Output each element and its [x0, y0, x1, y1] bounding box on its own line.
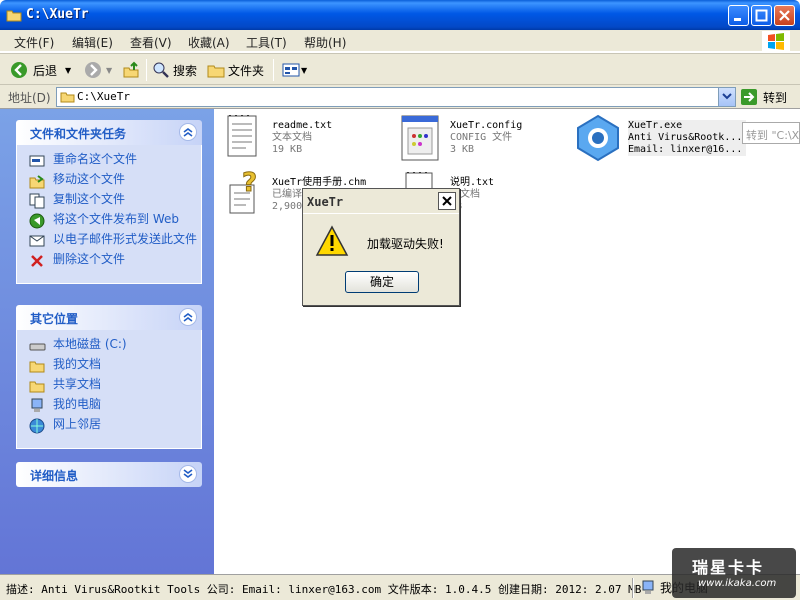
file-tasks-header[interactable]: 文件和文件夹任务 [16, 120, 202, 145]
ok-button[interactable]: 确定 [345, 271, 419, 293]
help-file-icon: ? [229, 171, 258, 214]
status-text: 描述: Anti Virus&Rootkit Tools 公司: Email: … [6, 583, 642, 596]
documents-folder-icon [29, 361, 45, 373]
config-file-icon [401, 115, 439, 161]
go-button[interactable]: 转到 [740, 87, 796, 107]
details-header[interactable]: 详细信息 [16, 462, 202, 487]
computer-icon [642, 580, 654, 594]
address-dropdown-button[interactable] [718, 88, 735, 106]
address-bar: 地址(D) C:\XueTr 转到 [0, 85, 800, 109]
maximize-button[interactable] [751, 5, 772, 26]
task-move[interactable]: 移动这个文件 [29, 173, 201, 189]
views-icon [282, 63, 300, 77]
collapse-icon[interactable] [179, 123, 197, 141]
place-shared-documents[interactable]: 共享文档 [29, 378, 201, 394]
place-network[interactable]: 网上邻居 [29, 418, 201, 434]
maximize-icon [755, 9, 768, 22]
go-arrow-icon [741, 89, 757, 105]
forward-arrow-icon [85, 62, 101, 78]
file-tasks-title: 文件和文件夹任务 [30, 127, 127, 141]
copy-icon [29, 193, 45, 209]
close-button[interactable] [774, 5, 795, 26]
back-dropdown-icon[interactable]: ▼ [65, 66, 71, 75]
address-label: 地址(D) [8, 91, 51, 105]
menu-bar: 文件(F) 编辑(E) 查看(V) 收藏(A) 工具(T) 帮助(H) [0, 30, 800, 52]
views-dropdown-icon: ▼ [301, 65, 308, 75]
text-file-icon [227, 115, 257, 157]
task-email[interactable]: 以电子邮件形式发送此文件 [29, 233, 201, 249]
email-icon [29, 235, 45, 247]
place-my-documents[interactable]: 我的文档 [29, 358, 201, 374]
delete-icon [31, 255, 43, 267]
menu-file[interactable]: 文件(F) [14, 34, 54, 51]
other-places-title: 其它位置 [30, 312, 79, 326]
move-icon [29, 175, 45, 189]
folders-button[interactable]: 文件夹 [207, 59, 264, 81]
forward-dropdown-icon[interactable]: ▼ [106, 66, 112, 75]
go-label: 转到 [763, 90, 788, 105]
dialog-close-button[interactable] [438, 192, 456, 210]
toolbar: 后退 ▼ ▼ 搜索 文件夹 ▼ [0, 53, 800, 85]
menu-tools[interactable]: 工具(T) [246, 34, 287, 51]
network-icon [29, 418, 45, 434]
globe-icon [29, 213, 45, 229]
place-my-computer[interactable]: 我的电脑 [29, 398, 201, 414]
collapse-icon[interactable] [179, 308, 197, 326]
windows-logo-icon [762, 31, 790, 52]
search-button[interactable]: 搜索 [152, 59, 197, 81]
folder-icon [60, 92, 75, 103]
minimize-button[interactable] [728, 5, 749, 26]
task-publish-web[interactable]: 将这个文件发布到 Web [29, 213, 201, 229]
dialog-message: 加载驱动失败! [367, 237, 444, 251]
close-icon [779, 10, 790, 21]
dialog-title-bar: XueTr [303, 189, 459, 214]
application-icon [577, 114, 619, 162]
rename-icon [29, 155, 45, 167]
file-tasks-panel: 文件和文件夹任务 重命名这个文件 移动这个文件 复制这个文件 将这个文件发布到 … [16, 120, 202, 284]
other-places-panel: 其它位置 本地磁盘 (C:) 我的文档 共享文档 我的电脑 网上邻居 [16, 305, 202, 449]
search-label: 搜索 [173, 63, 198, 78]
up-folder-button[interactable] [122, 59, 140, 81]
back-button[interactable]: 后退 ▼ [10, 59, 71, 81]
address-input[interactable]: C:\XueTr [56, 87, 736, 107]
task-rename[interactable]: 重命名这个文件 [29, 153, 201, 169]
menu-view[interactable]: 查看(V) [130, 34, 172, 51]
dialog-title: XueTr [307, 195, 344, 209]
minimize-icon [734, 18, 741, 21]
folder-icon [6, 10, 22, 22]
place-local-disk[interactable]: 本地磁盘 (C:) [29, 338, 201, 354]
folders-label: 文件夹 [228, 63, 265, 78]
forward-button[interactable]: ▼ [84, 59, 112, 81]
views-button[interactable]: ▼ [282, 59, 307, 81]
close-icon [442, 196, 452, 206]
up-folder-icon [123, 61, 139, 78]
svg-text:?: ? [242, 171, 257, 198]
drive-icon [29, 343, 46, 351]
other-places-header[interactable]: 其它位置 [16, 305, 202, 330]
back-label: 后退 [33, 63, 58, 78]
search-icon [153, 62, 169, 78]
error-dialog: XueTr 加载驱动失败! 确定 [302, 188, 460, 306]
title-bar: C:\XueTr [0, 0, 800, 30]
task-pane: 文件和文件夹任务 重命名这个文件 移动这个文件 复制这个文件 将这个文件发布到 … [0, 109, 214, 574]
file-list: readme.txt 文本文档 19 KB XueTr.config CONFI… [214, 109, 800, 574]
window-title: C:\XueTr [26, 7, 89, 22]
task-copy[interactable]: 复制这个文件 [29, 193, 201, 209]
details-title: 详细信息 [30, 469, 79, 483]
computer-icon [31, 398, 43, 412]
go-tooltip: 转到 "C:\XueTr" [742, 122, 800, 144]
chevron-down-icon [722, 93, 732, 100]
warning-icon [315, 225, 349, 256]
back-arrow-icon [11, 62, 27, 78]
menu-edit[interactable]: 编辑(E) [72, 34, 113, 51]
folders-icon [207, 65, 225, 78]
details-panel: 详细信息 [16, 462, 202, 487]
watermark-logo: 瑞星卡卡 www.ikaka.com [672, 548, 796, 598]
expand-icon[interactable] [179, 465, 197, 483]
shared-folder-icon [29, 381, 45, 393]
task-delete[interactable]: 删除这个文件 [29, 253, 201, 269]
menu-help[interactable]: 帮助(H) [304, 34, 346, 51]
address-path: C:\XueTr [77, 90, 130, 103]
menu-favorites[interactable]: 收藏(A) [188, 34, 230, 51]
